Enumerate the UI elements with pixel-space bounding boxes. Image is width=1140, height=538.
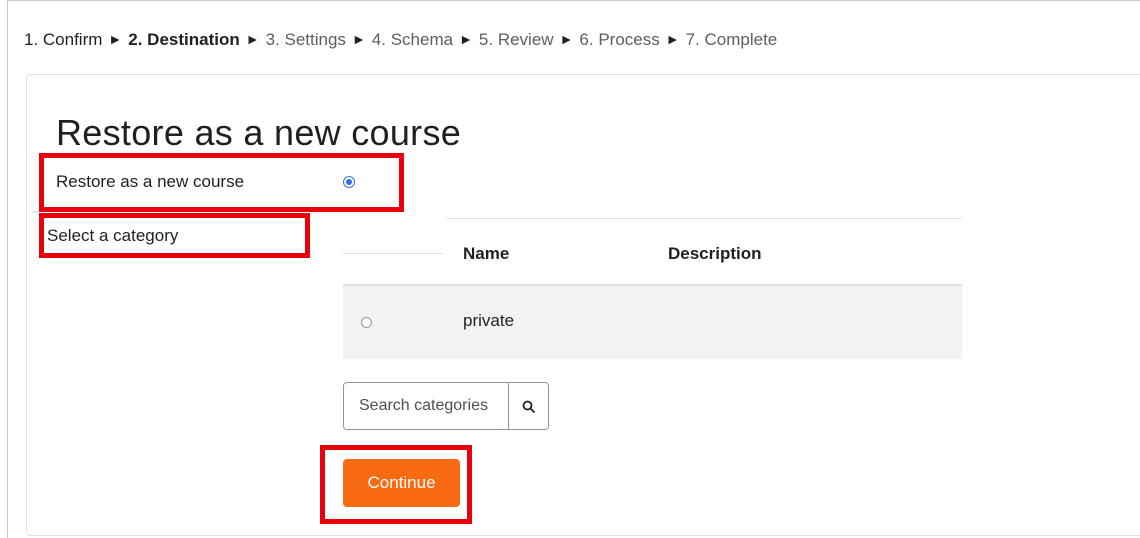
table-row[interactable]: private <box>343 286 962 359</box>
step-arrow-icon: ► <box>351 31 366 47</box>
restore-progress-bar: 1. Confirm ► 2. Destination ► 3. Setting… <box>24 30 777 50</box>
restore-new-course-label: Restore as a new course <box>56 172 245 191</box>
step-arrow-icon: ► <box>108 31 123 47</box>
page-top-border <box>7 0 1140 1</box>
table-top-border <box>446 218 962 219</box>
page-left-border <box>7 0 8 538</box>
section-title: Restore as a new course <box>56 112 462 153</box>
step-confirm: 1. Confirm <box>24 30 103 49</box>
select-category-label: Select a category <box>47 226 179 245</box>
restore-new-course-radio[interactable] <box>343 176 355 188</box>
column-header-description: Description <box>668 244 762 263</box>
step-review: 5. Review <box>478 30 554 49</box>
step-process: 6. Process <box>579 30 660 49</box>
step-arrow-icon: ► <box>559 31 574 47</box>
step-arrow-icon: ► <box>245 31 260 47</box>
category-radio[interactable] <box>361 317 372 328</box>
step-destination: 2. Destination <box>128 30 240 49</box>
step-schema: 4. Schema <box>371 30 454 49</box>
category-search <box>343 382 549 430</box>
column-header-name: Name <box>463 244 510 263</box>
step-settings: 3. Settings <box>265 30 346 49</box>
category-name: private <box>463 311 515 330</box>
header-select-divider <box>343 253 443 254</box>
step-complete: 7. Complete <box>685 30 778 49</box>
search-input[interactable] <box>344 383 508 429</box>
step-arrow-icon: ► <box>665 31 680 47</box>
search-icon <box>522 400 535 413</box>
continue-button[interactable]: Continue <box>343 459 460 507</box>
search-button[interactable] <box>508 383 548 429</box>
step-arrow-icon: ► <box>459 31 473 47</box>
